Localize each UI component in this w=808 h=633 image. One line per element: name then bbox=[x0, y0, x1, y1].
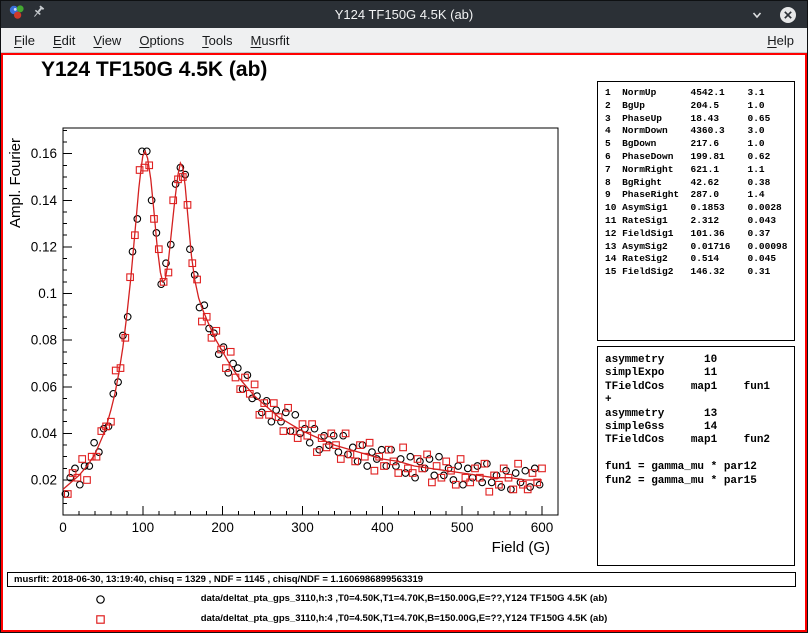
svg-text:500: 500 bbox=[451, 520, 474, 535]
param-row: 13 AsymSig2 0.01716 0.00098 bbox=[605, 241, 794, 254]
window: Y124 TF150G 4.5K (ab) FileEditViewOption… bbox=[0, 0, 808, 633]
param-row: 14 RateSig2 0.514 0.045 bbox=[605, 253, 794, 266]
svg-text:0.14: 0.14 bbox=[31, 193, 58, 208]
param-row: 9 PhaseRight 287.0 1.4 bbox=[605, 189, 794, 202]
menu-options[interactable]: Options bbox=[130, 30, 193, 51]
square-marker bbox=[97, 616, 104, 623]
svg-text:0.08: 0.08 bbox=[31, 333, 57, 348]
svg-text:0.06: 0.06 bbox=[31, 379, 57, 394]
param-row: 12 FieldSig1 101.36 0.37 bbox=[605, 228, 794, 241]
svg-text:0: 0 bbox=[59, 520, 67, 535]
svg-text:Field (G): Field (G) bbox=[492, 539, 550, 556]
square-marker-icon bbox=[95, 614, 106, 628]
menu-musrfit[interactable]: Musrfit bbox=[242, 30, 299, 51]
title-bar[interactable]: Y124 TF150G 4.5K (ab) bbox=[1, 1, 807, 28]
param-row: 6 PhaseDown 199.81 0.62 bbox=[605, 151, 794, 164]
param-row: 1 NormUp 4542.1 3.1 bbox=[605, 87, 794, 100]
svg-text:200: 200 bbox=[211, 520, 234, 535]
param-row: 8 BgRight 42.62 0.38 bbox=[605, 177, 794, 190]
menu-file[interactable]: File bbox=[5, 30, 44, 51]
theory-box[interactable]: asymmetry 10 simplExpo 11 TFieldCos map1… bbox=[597, 346, 795, 566]
circle-marker-icon bbox=[95, 594, 106, 608]
menu-bar: FileEditViewOptionsToolsMusrfit Help bbox=[1, 28, 807, 53]
circle-marker bbox=[97, 596, 104, 603]
param-row: 15 FieldSig2 146.32 0.31 bbox=[605, 266, 794, 279]
param-row: 4 NormDown 4360.3 3.0 bbox=[605, 125, 794, 138]
svg-text:600: 600 bbox=[531, 520, 554, 535]
root-canvas[interactable]: Y124 TF150G 4.5K (ab) 010020030040050060… bbox=[1, 53, 807, 632]
parameters-box[interactable]: 1 NormUp 4542.1 3.12 BgUp 204.5 1.03 Pha… bbox=[597, 81, 795, 341]
svg-text:0.12: 0.12 bbox=[31, 239, 57, 254]
menu-edit[interactable]: Edit bbox=[44, 30, 84, 51]
param-row: 3 PhaseUp 18.43 0.65 bbox=[605, 113, 794, 126]
close-icon[interactable] bbox=[779, 6, 797, 24]
svg-text:100: 100 bbox=[132, 520, 155, 535]
param-row: 10 AsymSig1 0.1853 0.0028 bbox=[605, 202, 794, 215]
menu-help[interactable]: Help bbox=[758, 30, 803, 51]
svg-text:400: 400 bbox=[371, 520, 394, 535]
fit-status-box: musrfit: 2018-06-30, 13:19:40, chisq = 1… bbox=[7, 572, 796, 587]
plot-svg[interactable]: 0 100 200 300 400 500 600 0.02 0.04 0.06 0.08 0.1 0.… bbox=[3, 55, 595, 560]
pin-icon[interactable] bbox=[32, 5, 46, 24]
svg-text:0.02: 0.02 bbox=[31, 473, 57, 488]
svg-text:300: 300 bbox=[291, 520, 314, 535]
legend-entry: data/deltat_pta_gps_3110,h:3 ,T0=4.50K,T… bbox=[3, 593, 805, 607]
param-row: 7 NormRight 621.1 1.1 bbox=[605, 164, 794, 177]
chevron-down-icon[interactable] bbox=[748, 6, 766, 24]
menu-view[interactable]: View bbox=[84, 30, 130, 51]
window-title: Y124 TF150G 4.5K (ab) bbox=[1, 7, 807, 22]
param-row: 2 BgUp 204.5 1.0 bbox=[605, 100, 794, 113]
svg-text:0.04: 0.04 bbox=[31, 426, 58, 441]
svg-text:0.16: 0.16 bbox=[31, 146, 57, 161]
legend-text: data/deltat_pta_gps_3110,h:3 ,T0=4.50K,T… bbox=[201, 593, 608, 604]
legend-text: data/deltat_pta_gps_3110,h:4 ,T0=4.50K,T… bbox=[201, 613, 608, 624]
app-icon[interactable] bbox=[9, 4, 25, 25]
legend-entry: data/deltat_pta_gps_3110,h:4 ,T0=4.50K,T… bbox=[3, 613, 805, 627]
svg-text:Ampl. Fourier: Ampl. Fourier bbox=[7, 138, 24, 228]
menu-left: FileEditViewOptionsToolsMusrfit bbox=[5, 30, 299, 51]
param-row: 5 BgDown 217.6 1.0 bbox=[605, 138, 794, 151]
menu-tools[interactable]: Tools bbox=[193, 30, 241, 51]
svg-text:0.1: 0.1 bbox=[38, 286, 57, 301]
menu-right: Help bbox=[758, 30, 803, 51]
param-row: 11 RateSig1 2.312 0.043 bbox=[605, 215, 794, 228]
